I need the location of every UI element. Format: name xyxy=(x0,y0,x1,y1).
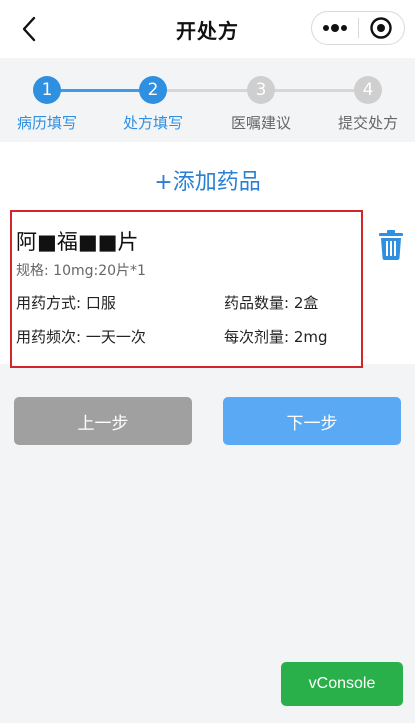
step-4[interactable]: 4 提交处方 xyxy=(318,76,415,133)
back-button[interactable] xyxy=(14,14,44,44)
more-button[interactable] xyxy=(312,12,358,44)
add-drug-button[interactable]: +添加药品 xyxy=(0,164,415,196)
step-label: 提交处方 xyxy=(337,114,398,132)
step-label: 处方填写 xyxy=(122,114,183,132)
drug-name: 阿■福■■片 xyxy=(16,230,139,254)
drug-dose: 每次剂量: 2mg xyxy=(224,328,328,346)
drug-card[interactable]: 阿■福■■片 规格: 10mg:20片*1 用药方式: 口服 药品数量: 2盒 … xyxy=(10,210,363,368)
step-number: 2 xyxy=(139,76,167,104)
step-number: 3 xyxy=(247,76,275,104)
page-title: 开处方 xyxy=(176,18,239,43)
step-2[interactable]: 2 处方填写 xyxy=(103,76,203,133)
drug-usage: 用药方式: 口服 xyxy=(16,294,116,312)
drug-frequency: 用药频次: 一天一次 xyxy=(16,328,146,346)
step-label: 病历填写 xyxy=(16,114,77,132)
close-program-button[interactable] xyxy=(359,12,405,44)
trash-icon[interactable] xyxy=(378,230,404,260)
mini-program-capsule xyxy=(311,11,405,45)
step-1[interactable]: 1 病历填写 xyxy=(0,76,97,133)
drug-quantity: 药品数量: 2盒 xyxy=(224,294,319,312)
step-3[interactable]: 3 医嘱建议 xyxy=(211,76,311,133)
step-number: 1 xyxy=(33,76,61,104)
next-step-button[interactable]: 下一步 xyxy=(223,397,401,445)
step-number: 4 xyxy=(354,76,382,104)
progress-steps: 1 病历填写 2 处方填写 3 医嘱建议 4 提交处方 xyxy=(0,58,415,142)
chevron-left-icon xyxy=(22,16,36,42)
vconsole-button[interactable]: vConsole xyxy=(281,662,403,706)
step-label: 医嘱建议 xyxy=(230,114,291,132)
nav-bar: 开处方 xyxy=(0,0,415,58)
target-close-icon xyxy=(370,17,392,39)
more-dots-icon xyxy=(322,24,347,32)
previous-step-button[interactable]: 上一步 xyxy=(14,397,192,445)
drug-spec: 规格: 10mg:20片*1 xyxy=(16,263,146,279)
prescription-panel: +添加药品 阿■福■■片 规格: 10mg:20片*1 用药方式: 口服 药品数… xyxy=(0,142,415,368)
